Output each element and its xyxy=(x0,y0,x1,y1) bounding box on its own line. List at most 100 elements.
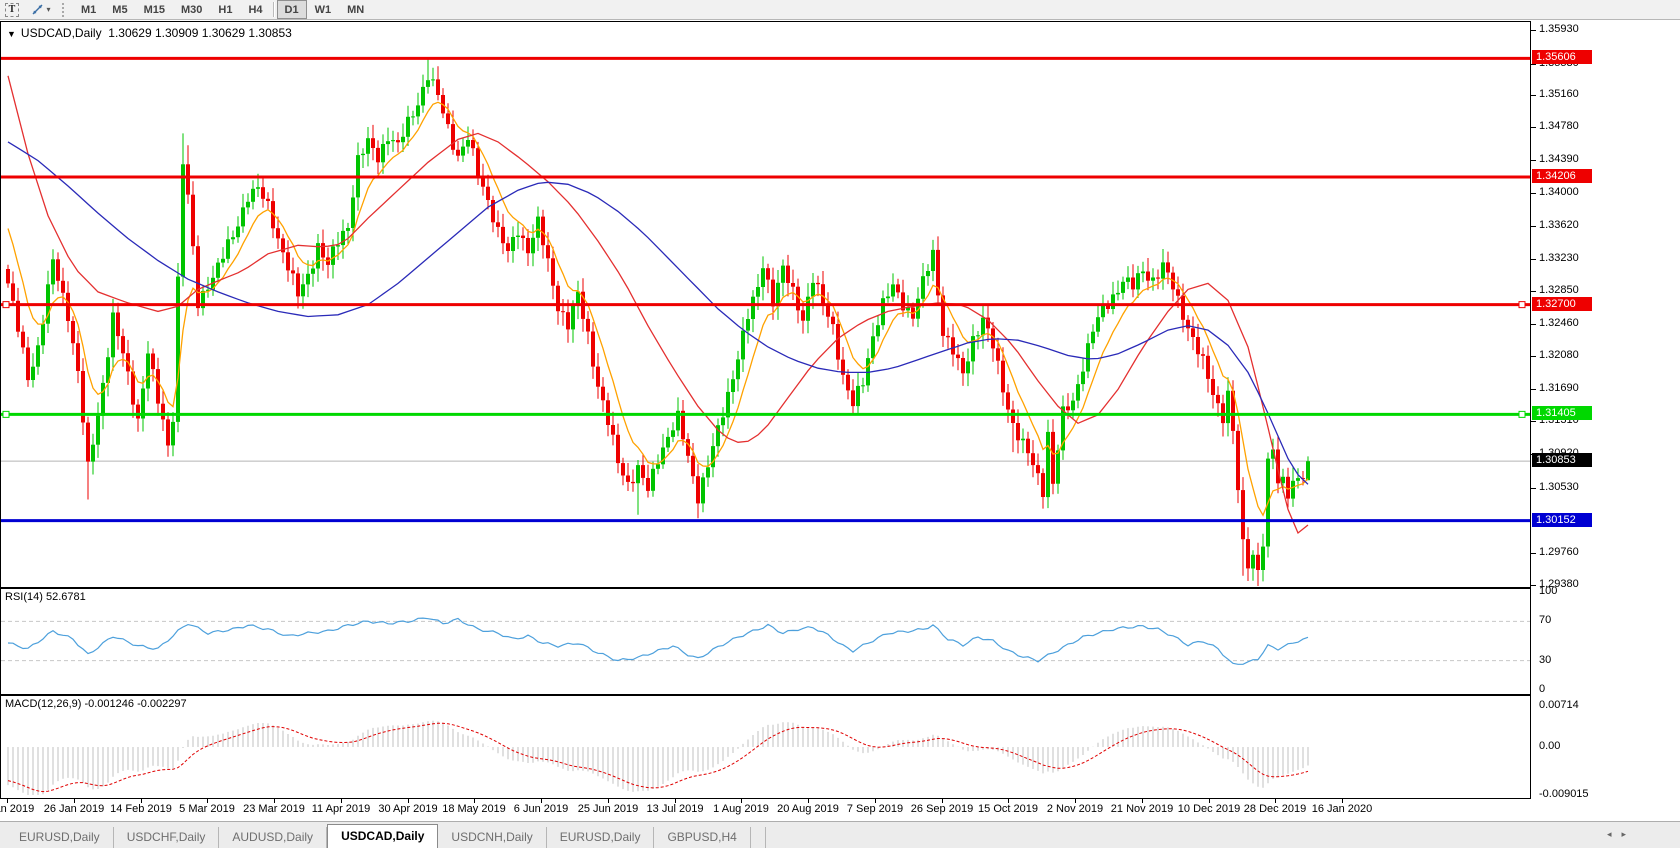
price-line-label: 1.34206 xyxy=(1532,169,1592,183)
date-axis-label: 11 Apr 2019 xyxy=(312,803,371,815)
macd-axis-label: 0.00 xyxy=(1539,740,1560,752)
price-axis-label: 1.30530 xyxy=(1539,481,1579,493)
date-axis-label: 21 Nov 2019 xyxy=(1111,803,1173,815)
text-tool-button[interactable]: T xyxy=(0,0,24,19)
timeframe-button-m15[interactable]: M15 xyxy=(136,0,173,19)
date-axis-label: 26 Jan 2019 xyxy=(44,803,105,815)
chart-tab-gbpusd-h4[interactable]: GBPUSD,H4 xyxy=(654,827,750,848)
toolbar-separator xyxy=(273,2,275,17)
date-axis-label: 1 Aug 2019 xyxy=(713,803,769,815)
axis-tick-mark xyxy=(1531,193,1536,194)
chart-tab-audusd-daily[interactable]: AUDUSD,Daily xyxy=(219,827,327,848)
price-axis-label: 1.29760 xyxy=(1539,546,1579,558)
current-price-label: 1.30853 xyxy=(1532,453,1592,467)
timeframe-button-w1[interactable]: W1 xyxy=(307,0,340,19)
price-axis-label: 1.34000 xyxy=(1539,186,1579,198)
date-axis-label: 8 Jan 2019 xyxy=(0,803,34,815)
price-axis-label: 1.34390 xyxy=(1539,153,1579,165)
date-axis-label: 25 Jun 2019 xyxy=(578,803,639,815)
line-handle[interactable] xyxy=(3,302,9,308)
chart-tab-eurusd-daily[interactable]: EURUSD,Daily xyxy=(6,827,114,848)
line-handle[interactable] xyxy=(3,411,9,417)
axis-tick-mark xyxy=(1531,421,1536,422)
timeframe-button-mn[interactable]: MN xyxy=(339,0,372,19)
tab-scroll-left-icon[interactable]: ◂ xyxy=(1607,829,1622,839)
price-axis-label: 1.33230 xyxy=(1539,252,1579,264)
axis-tick-mark xyxy=(1531,226,1536,227)
price-line-label: 1.32700 xyxy=(1532,297,1592,311)
chevron-down-icon: ▾ xyxy=(46,5,50,14)
price-line-label: 1.30152 xyxy=(1532,513,1592,527)
macd-indicator-label: MACD(12,26,9) -0.001246 -0.002297 xyxy=(5,698,187,710)
price-axis-label: 1.34780 xyxy=(1539,120,1579,132)
price-axis-label: 1.35930 xyxy=(1539,23,1579,35)
timeframe-button-h4[interactable]: H4 xyxy=(240,0,270,19)
price-axis-label: 1.32080 xyxy=(1539,349,1579,361)
axis-tick-mark xyxy=(1531,160,1536,161)
chart-tab-usdcad-daily[interactable]: USDCAD,Daily xyxy=(327,824,438,848)
crosshair-tool-icon xyxy=(31,3,44,16)
price-axis[interactable]: 1.359301.355301.351601.347801.343901.340… xyxy=(1531,0,1680,847)
price-line-label: 1.31405 xyxy=(1532,406,1592,420)
chart-symbol: USDCAD,Daily xyxy=(21,26,102,40)
date-axis-label: 28 Dec 2019 xyxy=(1244,803,1306,815)
crosshair-tool-button[interactable]: ▾ xyxy=(24,0,58,19)
axis-tick-mark xyxy=(1531,127,1536,128)
axis-tick-mark xyxy=(1531,389,1536,390)
date-axis-label: 13 Jul 2019 xyxy=(647,803,704,815)
macd-axis-label: 0.00714 xyxy=(1539,699,1579,711)
date-axis-label: 5 Mar 2019 xyxy=(179,803,235,815)
chart-tab-usdchf-daily[interactable]: USDCHF,Daily xyxy=(114,827,220,848)
timeframe-button-m5[interactable]: M5 xyxy=(104,0,135,19)
date-axis-label: 30 Apr 2019 xyxy=(378,803,437,815)
date-axis-label: 23 Mar 2019 xyxy=(243,803,305,815)
rsi-plot-area[interactable] xyxy=(1,589,1530,694)
axis-tick-mark xyxy=(1531,291,1536,292)
collapse-triangle-icon: ▼ xyxy=(7,29,16,39)
rsi-axis-label: 100 xyxy=(1539,585,1557,597)
tab-scroll-right-icon[interactable]: ▸ xyxy=(1621,829,1636,839)
date-axis-label: 7 Sep 2019 xyxy=(847,803,903,815)
chart-tab-bar: EURUSD,DailyUSDCHF,DailyAUDUSD,DailyUSDC… xyxy=(0,821,1680,848)
rsi-panel[interactable]: RSI(14) 52.6781 xyxy=(0,588,1531,695)
macd-plot-area[interactable] xyxy=(1,696,1530,798)
tab-filler xyxy=(751,827,766,848)
chart-tab-usdcnh-daily[interactable]: USDCNH,Daily xyxy=(438,827,546,848)
main-chart-panel[interactable]: ▼ USDCAD,Daily 1.30629 1.30909 1.30629 1.… xyxy=(0,21,1531,588)
line-handle[interactable] xyxy=(1519,302,1525,308)
date-axis[interactable]: 8 Jan 201926 Jan 201914 Feb 20195 Mar 20… xyxy=(0,799,1531,821)
toolbar-grip[interactable] xyxy=(62,3,69,17)
axis-tick-mark xyxy=(1531,64,1536,65)
price-axis-label: 1.31690 xyxy=(1539,382,1579,394)
price-axis-label: 1.32850 xyxy=(1539,284,1579,296)
date-axis-label: 6 Jun 2019 xyxy=(514,803,568,815)
price-line-label: 1.35606 xyxy=(1532,50,1592,64)
date-axis-label: 16 Jan 2020 xyxy=(1312,803,1373,815)
timeframe-button-d1[interactable]: D1 xyxy=(277,0,307,19)
rsi-line xyxy=(8,618,1308,664)
timeframe-button-m1[interactable]: M1 xyxy=(73,0,104,19)
timeframe-button-h1[interactable]: H1 xyxy=(210,0,240,19)
top-toolbar: T ▾ M1M5M15M30H1H4 D1W1MN xyxy=(0,0,1680,20)
date-axis-label: 2 Nov 2019 xyxy=(1047,803,1103,815)
rsi-indicator-label: RSI(14) 52.6781 xyxy=(5,591,86,603)
axis-tick-mark xyxy=(1531,356,1536,357)
macd-panel[interactable]: MACD(12,26,9) -0.001246 -0.002297 xyxy=(0,695,1531,799)
axis-tick-mark xyxy=(1531,488,1536,489)
date-axis-label: 18 May 2019 xyxy=(442,803,506,815)
text-tool-icon: T xyxy=(5,3,19,17)
rsi-axis-label: 0 xyxy=(1539,683,1545,695)
axis-tick-mark xyxy=(1531,585,1536,586)
date-axis-label: 10 Dec 2019 xyxy=(1178,803,1240,815)
timeframe-button-m30[interactable]: M30 xyxy=(173,0,210,19)
chart-ohlc-values: 1.30629 1.30909 1.30629 1.30853 xyxy=(108,26,292,40)
chart-tab-eurusd-daily[interactable]: EURUSD,Daily xyxy=(547,827,655,848)
candlestick-plot-area[interactable] xyxy=(1,22,1530,587)
line-handle[interactable] xyxy=(1519,411,1525,417)
axis-tick-mark xyxy=(1531,259,1536,260)
macd-axis-label: -0.009015 xyxy=(1539,788,1589,800)
date-axis-label: 15 Oct 2019 xyxy=(978,803,1038,815)
axis-tick-mark xyxy=(1531,95,1536,96)
date-axis-label: 26 Sep 2019 xyxy=(911,803,973,815)
price-axis-label: 1.35160 xyxy=(1539,88,1579,100)
